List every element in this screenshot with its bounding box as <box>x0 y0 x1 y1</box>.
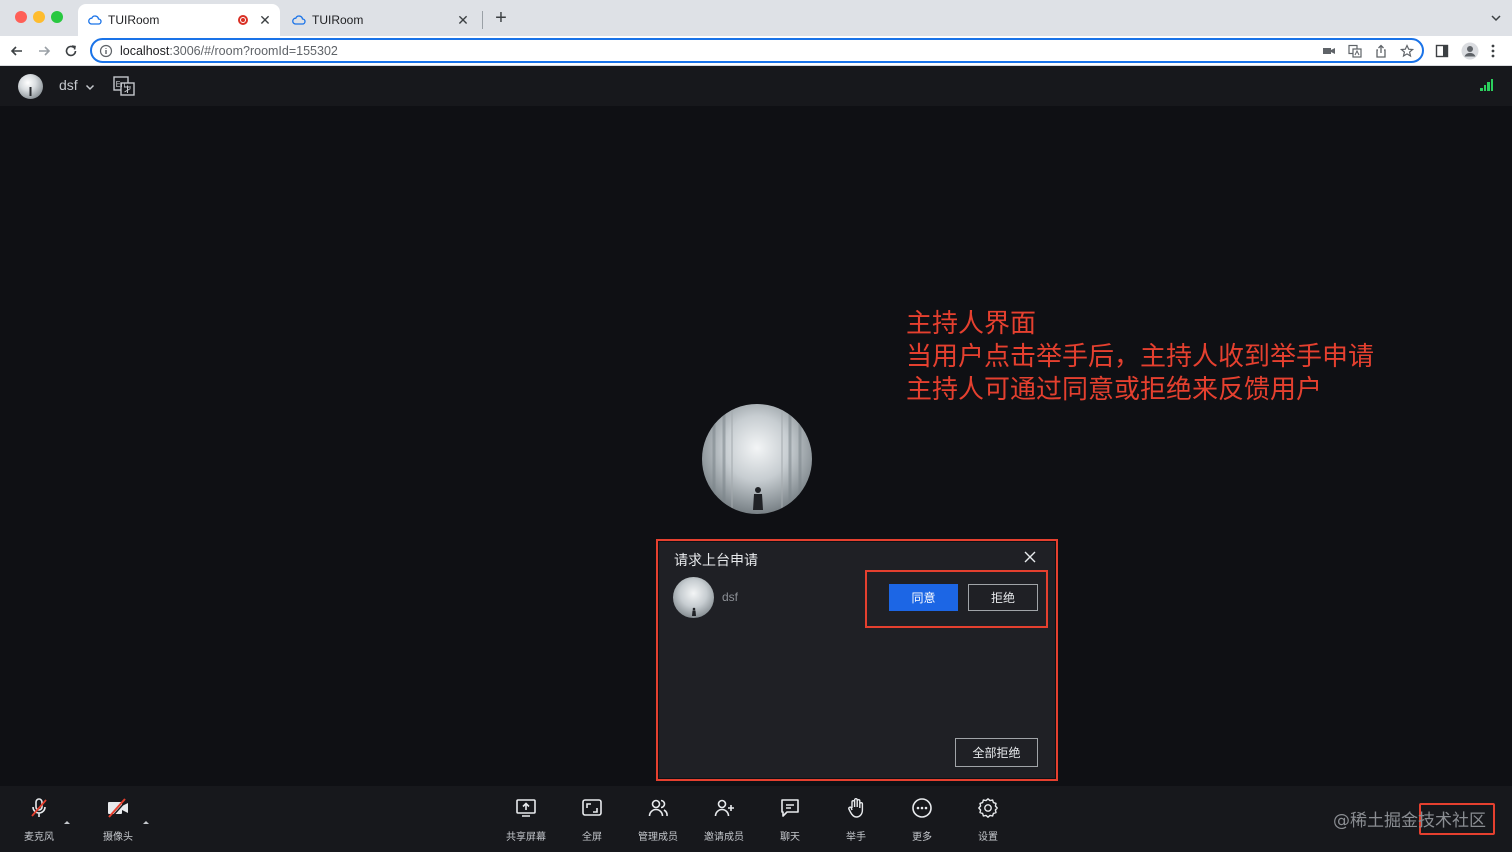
tab-divider <box>482 11 483 29</box>
members-icon <box>646 796 670 820</box>
window-maximize-button[interactable] <box>51 11 63 23</box>
room-header: dsf En <box>0 66 1512 106</box>
recording-icon <box>238 15 248 25</box>
language-switch-icon[interactable]: En <box>113 76 135 96</box>
raise-hand-button[interactable]: 举手 <box>826 796 886 846</box>
settings-button[interactable]: 设置 <box>958 796 1018 846</box>
sidebar-icon[interactable] <box>1435 44 1449 63</box>
share-icon[interactable] <box>1374 44 1388 58</box>
reload-icon[interactable] <box>61 41 81 61</box>
tab-title: TUIRoom <box>108 13 160 27</box>
control-label: 设置 <box>978 832 998 843</box>
fullscreen-button[interactable]: 全屏 <box>562 796 622 846</box>
translate-icon[interactable] <box>1348 44 1362 58</box>
browser-tab-active[interactable]: TUIRoom ✕ <box>78 4 280 36</box>
chevron-down-icon[interactable] <box>1490 11 1502 23</box>
annotation-line: 主持人界面 <box>906 309 1037 339</box>
requester-name: dsf <box>722 590 739 604</box>
hand-icon <box>844 796 868 820</box>
camera-off-icon <box>106 796 130 820</box>
control-label: 邀请成员 <box>704 832 744 843</box>
microphone-muted-icon <box>27 796 51 820</box>
caret-up-icon[interactable] <box>142 812 150 824</box>
control-label: 麦克风 <box>24 832 54 843</box>
more-icon <box>910 796 934 820</box>
browser-toolbar: localhost:3006/#/room?roomId=155302 <box>0 36 1512 66</box>
camera-button[interactable]: 摄像头 <box>88 796 148 846</box>
forward-icon[interactable] <box>34 41 54 61</box>
camera-in-use-icon[interactable] <box>1322 44 1336 58</box>
back-icon[interactable] <box>7 41 27 61</box>
control-label: 举手 <box>846 832 866 843</box>
close-tab-icon[interactable]: ✕ <box>456 13 470 27</box>
bookmark-star-icon[interactable] <box>1400 43 1414 58</box>
share-screen-icon <box>514 796 538 820</box>
chat-icon <box>778 796 802 820</box>
annotation-text: 主持人界面 当用户点击举手后，主持人收到举手申请 主持人可通过同意或拒绝来反馈用… <box>906 308 1374 407</box>
manage-members-button[interactable]: 管理成员 <box>628 796 688 846</box>
url-text: localhost:3006/#/room?roomId=155302 <box>120 43 338 58</box>
control-label: 更多 <box>912 832 932 843</box>
avatar <box>673 577 714 618</box>
close-icon[interactable] <box>1023 550 1037 564</box>
chevron-down-icon[interactable] <box>84 80 96 92</box>
annotation-line: 主持人可通过同意或拒绝来反馈用户 <box>906 375 1323 405</box>
control-label: 聊天 <box>780 832 800 843</box>
reject-all-button[interactable]: 全部拒绝 <box>955 738 1038 767</box>
new-tab-button[interactable]: + <box>492 8 510 28</box>
caret-up-icon[interactable] <box>63 812 71 824</box>
control-label: 全屏 <box>582 832 602 843</box>
control-label: 管理成员 <box>638 832 678 843</box>
gear-icon <box>976 796 1000 820</box>
network-signal-icon <box>1480 79 1494 91</box>
browser-tab-inactive[interactable]: TUIRoom ✕ <box>282 4 478 36</box>
room-control-bar: 麦克风 摄像头 共享屏幕 全屏 管理成员 邀请成员 聊天 举手 更多 设置 @稀… <box>0 786 1512 852</box>
info-icon[interactable] <box>99 44 113 58</box>
avatar <box>702 404 812 514</box>
cloud-icon <box>292 13 306 27</box>
invite-members-button[interactable]: 邀请成员 <box>694 796 754 846</box>
window-minimize-button[interactable] <box>33 11 45 23</box>
address-bar[interactable]: localhost:3006/#/room?roomId=155302 <box>90 38 1424 63</box>
svg-text:En: En <box>116 80 126 89</box>
close-tab-icon[interactable]: ✕ <box>258 13 272 27</box>
stage-request-dialog: 请求上台申请 dsf 同意 拒绝 全部拒绝 <box>659 542 1055 778</box>
control-label: 摄像头 <box>103 832 133 843</box>
more-button[interactable]: 更多 <box>892 796 952 846</box>
window-close-button[interactable] <box>15 11 27 23</box>
browser-menu-icon[interactable] <box>1491 44 1495 63</box>
chat-button[interactable]: 聊天 <box>760 796 820 846</box>
annotation-line: 当用户点击举手后，主持人收到举手申请 <box>906 342 1375 372</box>
microphone-button[interactable]: 麦克风 <box>9 796 69 846</box>
reject-button[interactable]: 拒绝 <box>968 584 1038 611</box>
cloud-icon <box>88 13 102 27</box>
user-name[interactable]: dsf <box>59 77 78 93</box>
fullscreen-icon <box>580 796 604 820</box>
avatar[interactable] <box>18 74 43 99</box>
profile-icon[interactable] <box>1461 42 1479 65</box>
dialog-title: 请求上台申请 <box>674 553 758 569</box>
agree-button[interactable]: 同意 <box>889 584 958 611</box>
share-screen-button[interactable]: 共享屏幕 <box>496 796 556 846</box>
tab-title: TUIRoom <box>312 13 364 27</box>
watermark: @稀土掘金技术社区 <box>1333 811 1486 831</box>
add-user-icon <box>712 796 736 820</box>
control-label: 共享屏幕 <box>506 832 546 843</box>
browser-tab-bar: TUIRoom ✕ TUIRoom ✕ + <box>0 0 1512 36</box>
